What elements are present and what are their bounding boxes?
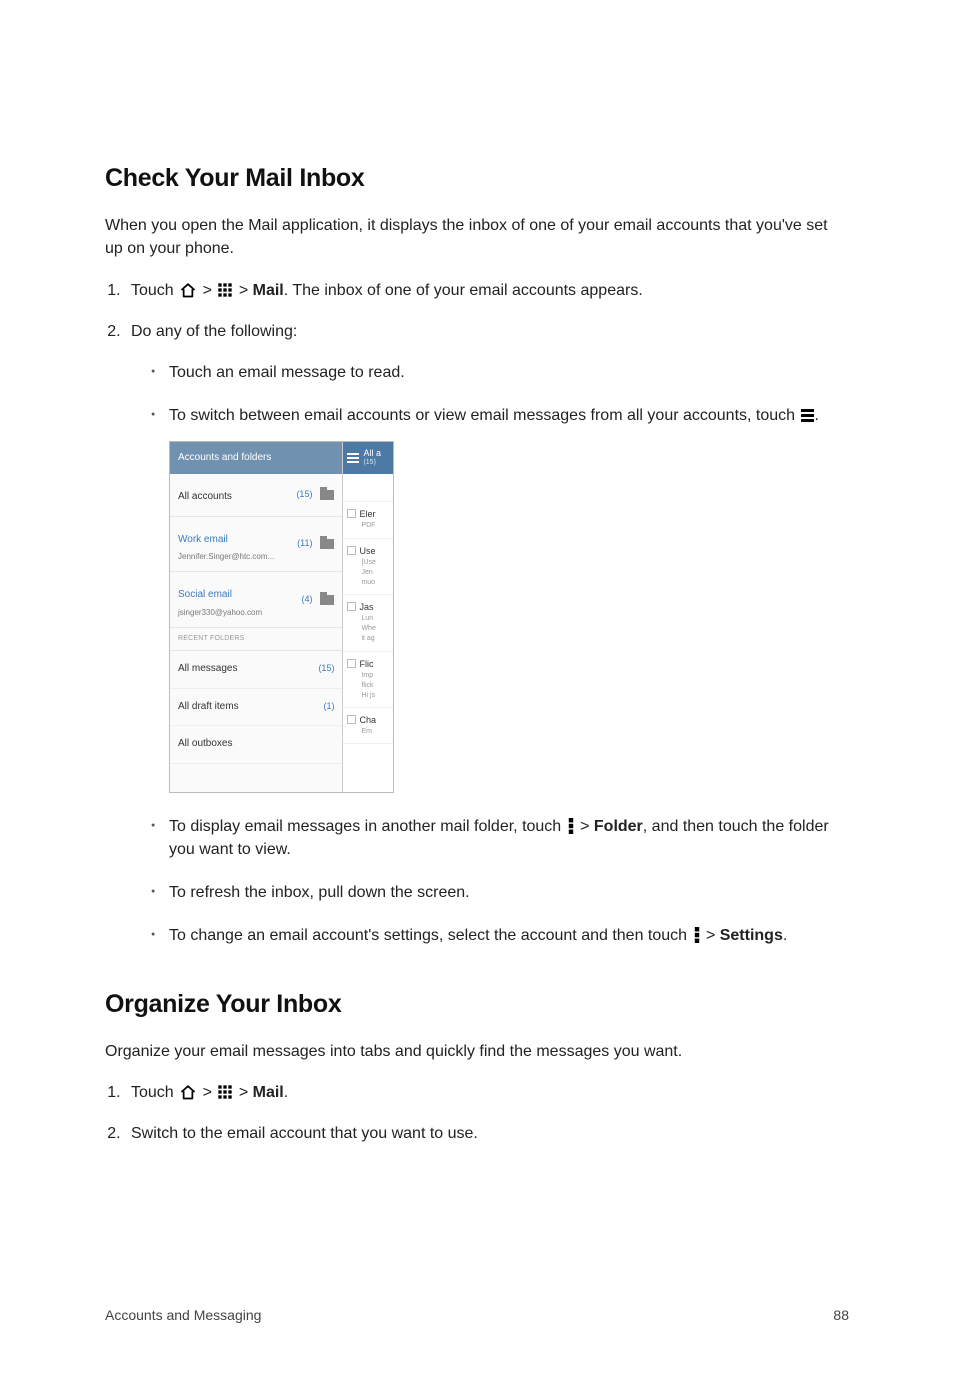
text: To switch between email accounts or view… (169, 407, 800, 424)
organize-inbox-steps: Touch > > Mail. Switch to the email acco… (105, 1081, 849, 1145)
mock-right-header: All a (15) (343, 442, 393, 474)
mail-label: Mail (253, 282, 284, 299)
mail-label: Mail (253, 1084, 284, 1101)
checkbox-icon[interactable] (347, 659, 356, 668)
checkbox-icon[interactable] (347, 602, 356, 611)
folder-row[interactable]: All outboxes (170, 726, 342, 764)
organize-intro-paragraph: Organize your email messages into tabs a… (105, 1040, 849, 1063)
page-number: 88 (833, 1305, 849, 1325)
apps-grid-icon (217, 282, 233, 298)
step-2: Do any of the following: Touch an email … (125, 320, 849, 948)
account-row[interactable]: All accounts(15) (170, 474, 342, 516)
home-icon (179, 1084, 197, 1100)
checkbox-icon[interactable] (347, 546, 356, 555)
step-2: Switch to the email account that you wan… (125, 1122, 849, 1145)
hamburger-icon (347, 453, 359, 463)
text: To display email messages in another mai… (169, 818, 566, 835)
text: . (815, 407, 819, 424)
message-preview[interactable]: FlicImpflickHi js (343, 652, 393, 708)
text: > (234, 1084, 252, 1101)
list-item: To change an email account's settings, s… (169, 924, 849, 947)
text: > (576, 818, 594, 835)
text: Touch (131, 282, 178, 299)
footer-section: Accounts and Messaging (105, 1305, 261, 1325)
text: > (702, 927, 720, 944)
text: . The inbox of one of your email account… (284, 282, 643, 299)
folder-icon (320, 595, 334, 605)
step-1: Touch > > Mail. (125, 1081, 849, 1104)
intro-paragraph: When you open the Mail application, it d… (105, 214, 849, 260)
mock-left-header: Accounts and folders (170, 442, 342, 474)
list-item: To switch between email accounts or view… (169, 404, 849, 793)
text: . (783, 927, 787, 944)
check-inbox-steps: Touch > > Mail. The inbox of one of your… (105, 279, 849, 948)
message-preview[interactable]: JasLunWheit ag (343, 595, 393, 651)
list-item: To display email messages in another mai… (169, 815, 849, 861)
menu-dots-icon (567, 818, 575, 834)
text: > (198, 1084, 216, 1101)
page-footer: Accounts and Messaging 88 (105, 1305, 849, 1325)
text: Do any of the following: (131, 323, 297, 340)
menu-lines-icon (801, 408, 814, 423)
menu-dots-icon (693, 927, 701, 943)
folder-icon (320, 490, 334, 500)
step-1: Touch > > Mail. The inbox of one of your… (125, 279, 849, 302)
text: > (234, 282, 252, 299)
settings-label: Settings (720, 927, 783, 944)
message-preview[interactable]: ElerPDF (343, 502, 393, 538)
apps-grid-icon (217, 1084, 233, 1100)
text: (15) (363, 458, 381, 468)
checkbox-icon[interactable] (347, 715, 356, 724)
text: > (198, 282, 216, 299)
message-preview[interactable]: ChaEm (343, 708, 393, 744)
folder-row[interactable]: All messages(15) (170, 651, 342, 689)
heading-check-inbox: Check Your Mail Inbox (105, 160, 849, 196)
screenshot-accounts-folders: Accounts and folders All accounts(15)Wor… (169, 441, 849, 792)
text: All a (363, 448, 381, 458)
folder-label: Folder (594, 818, 643, 835)
text: . (284, 1084, 288, 1101)
text: To change an email account's settings, s… (169, 927, 692, 944)
folder-row[interactable]: All draft items(1) (170, 689, 342, 727)
recent-folders-label: RECENT FOLDERS (170, 628, 342, 651)
folder-icon (320, 539, 334, 549)
text: Touch (131, 1084, 178, 1101)
heading-organize-inbox: Organize Your Inbox (105, 986, 849, 1022)
list-item: Touch an email message to read. (169, 361, 849, 384)
account-row[interactable]: Social emailjsinger330@yahoo.com(4) (170, 572, 342, 628)
account-row[interactable]: Work emailJennifer.Singer@htc.com...(11) (170, 517, 342, 573)
list-item: To refresh the inbox, pull down the scre… (169, 881, 849, 904)
checkbox-icon[interactable] (347, 509, 356, 518)
home-icon (179, 282, 197, 298)
message-preview[interactable]: Use[UseJenmuo (343, 539, 393, 595)
substep-list: Touch an email message to read. To switc… (131, 361, 849, 948)
